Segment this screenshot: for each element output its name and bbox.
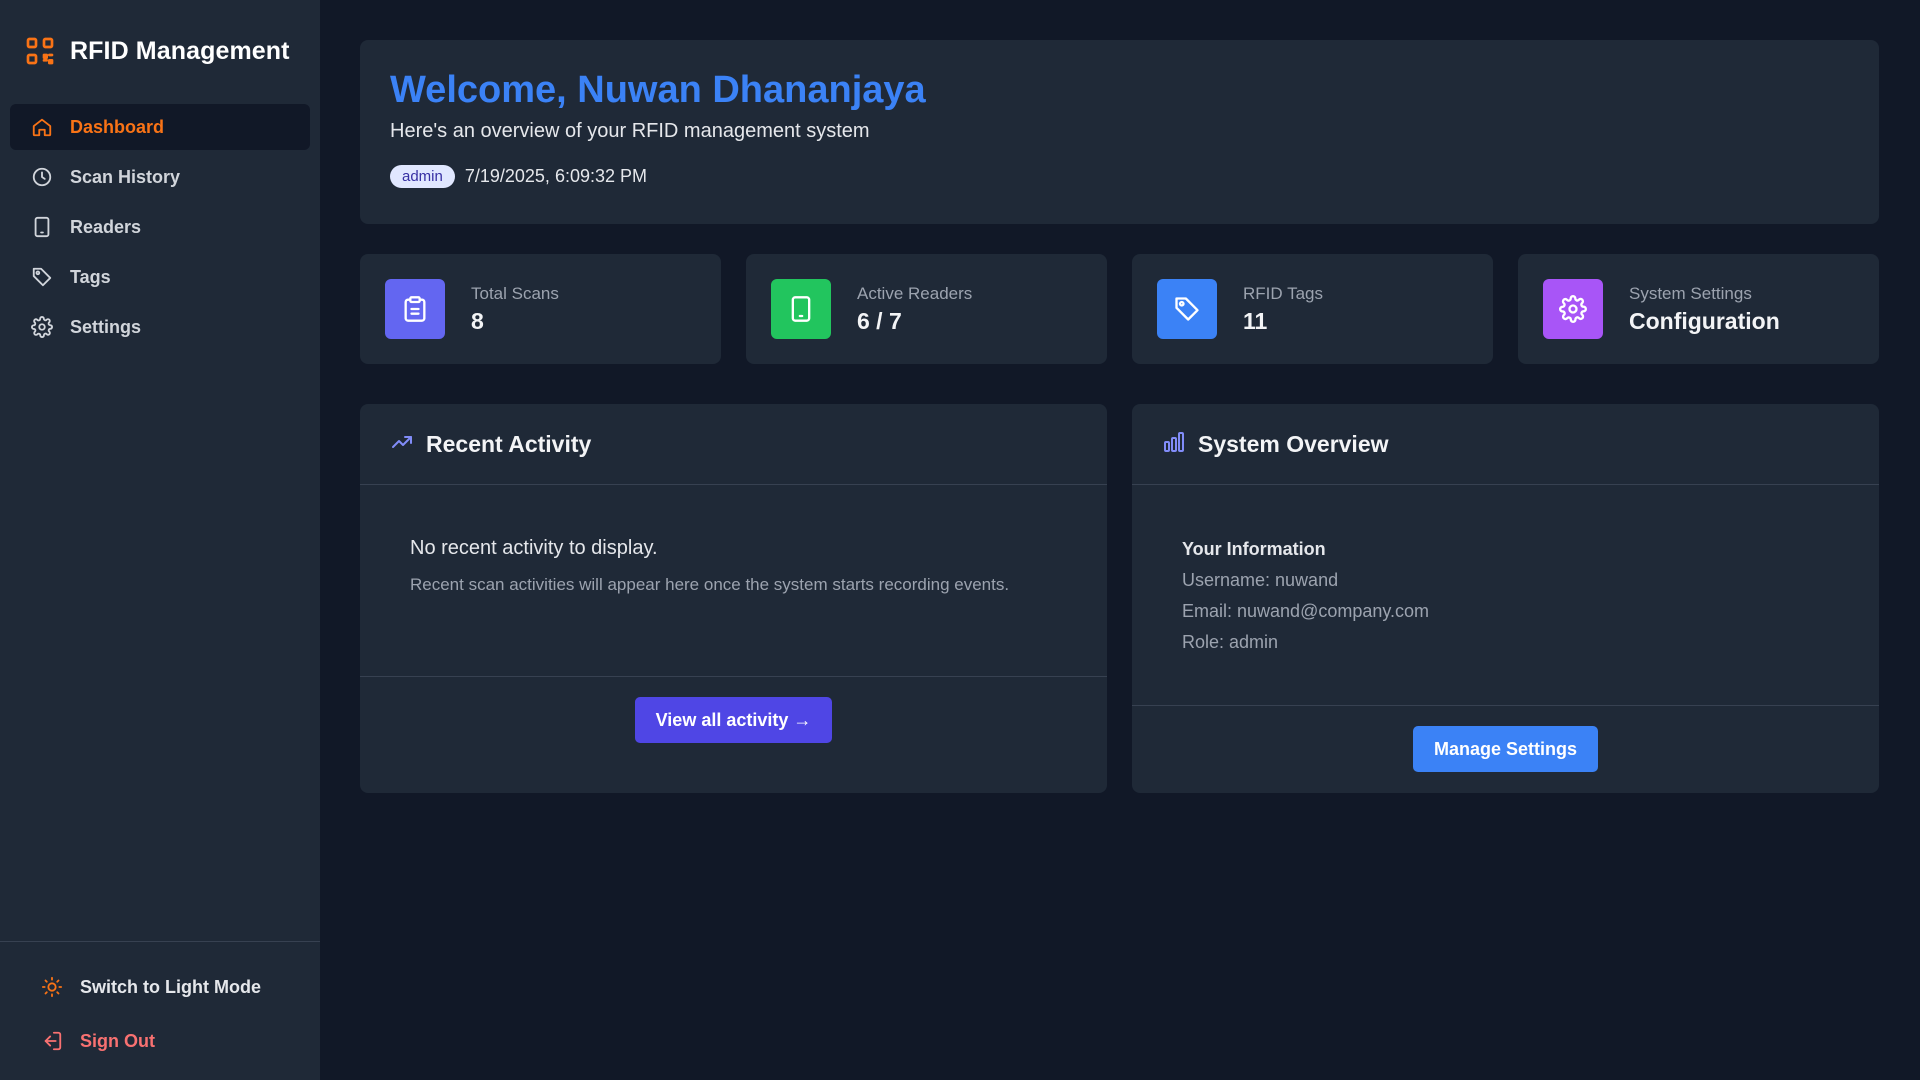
stats-row: Total Scans 8 Active Readers 6 / 7 RFID …: [360, 254, 1880, 364]
tag-icon: [1157, 279, 1217, 339]
stat-card-system-settings[interactable]: System Settings Configuration: [1518, 254, 1879, 364]
qr-code-icon: [24, 35, 56, 67]
sidebar-item-label: Dashboard: [70, 116, 165, 137]
info-role: Role: admin: [1182, 632, 1279, 652]
gear-icon: [1543, 279, 1603, 339]
info-email: Email: nuwand@company.com: [1182, 601, 1430, 621]
tablet-icon: [771, 279, 831, 339]
theme-toggle-button[interactable]: Switch to Light Mode: [0, 960, 320, 1014]
panel-footer: Manage Settings: [1132, 705, 1879, 793]
home-icon: [30, 115, 54, 139]
stat-label: Active Readers: [857, 283, 973, 303]
stat-label: System Settings: [1629, 283, 1752, 303]
sidebar-item-label: Readers: [70, 216, 142, 237]
welcome-meta: admin 7/19/2025, 6:09:32 PM: [390, 164, 1849, 188]
stat-card-rfid-tags[interactable]: RFID Tags 11: [1132, 254, 1493, 364]
sidebar-item-label: Settings: [70, 316, 142, 337]
recent-activity-panel: Recent Activity No recent activity to di…: [360, 404, 1107, 793]
panel-header: Recent Activity: [360, 404, 1107, 485]
info-title: Your Information: [1182, 539, 1326, 559]
stat-card-active-readers[interactable]: Active Readers 6 / 7: [746, 254, 1107, 364]
app-title: RFID Management: [70, 36, 290, 65]
sidebar-item-tags[interactable]: Tags: [10, 254, 310, 300]
sidebar-item-readers[interactable]: Readers: [10, 204, 310, 250]
stat-label: Total Scans: [471, 283, 559, 303]
welcome-subtitle: Here's an overview of your RFID manageme…: [390, 119, 870, 142]
bar-chart-icon: [1162, 430, 1186, 459]
empty-state-text: Recent scan activities will appear here …: [410, 575, 1010, 594]
sidebar-item-label: Scan History: [70, 166, 181, 187]
clock-icon: [30, 165, 54, 189]
stat-text: Total Scans 8: [471, 284, 559, 335]
sign-out-label: Sign Out: [80, 1030, 155, 1051]
trending-up-icon: [390, 430, 414, 459]
sign-out-button[interactable]: Sign Out: [0, 1014, 320, 1068]
info-username: Username: nuwand: [1182, 570, 1339, 590]
stat-value: 11: [1243, 307, 1268, 334]
role-badge: admin: [390, 164, 455, 188]
stat-value: 8: [471, 307, 484, 334]
manage-settings-button[interactable]: Manage Settings: [1412, 726, 1599, 772]
system-overview-panel: System Overview Your Information Usernam…: [1132, 404, 1879, 793]
panel-title: System Overview: [1198, 430, 1389, 457]
sidebar-item-scan-history[interactable]: Scan History: [10, 154, 310, 200]
brand[interactable]: RFID Management: [0, 0, 320, 80]
panel-title: Recent Activity: [426, 430, 592, 457]
current-datetime: 7/19/2025, 6:09:32 PM: [464, 165, 647, 186]
sidebar-footer: Switch to Light Mode Sign Out: [0, 941, 320, 1080]
welcome-title: Welcome, Nuwan Dhananjaya: [390, 69, 926, 111]
sidebar-item-label: Tags: [70, 266, 111, 287]
tag-icon: [30, 265, 54, 289]
sidebar-item-settings[interactable]: Settings: [10, 304, 310, 350]
panel-header: System Overview: [1132, 404, 1879, 485]
welcome-card: Welcome, Nuwan Dhananjaya Here's an over…: [360, 40, 1879, 224]
stat-card-total-scans[interactable]: Total Scans 8: [360, 254, 721, 364]
panels-row: Recent Activity No recent activity to di…: [360, 404, 1880, 793]
stat-label: RFID Tags: [1243, 283, 1323, 303]
theme-toggle-label: Switch to Light Mode: [80, 976, 261, 997]
stat-text: RFID Tags 11: [1243, 284, 1323, 335]
main-content: Welcome, Nuwan Dhananjaya Here's an over…: [320, 0, 1920, 1080]
panel-body: Your Information Username: nuwand Email:…: [1132, 485, 1879, 705]
tablet-icon: [30, 215, 54, 239]
clipboard-icon: [385, 279, 445, 339]
sidebar-nav: Dashboard Scan History Readers Tags Sett…: [0, 80, 320, 350]
stat-value: Configuration: [1629, 307, 1780, 334]
panel-footer: View all activity →: [360, 676, 1107, 793]
sign-out-icon: [40, 1029, 64, 1053]
sidebar-item-dashboard[interactable]: Dashboard: [10, 104, 310, 150]
app-root: RFID Management Dashboard Scan History R…: [0, 0, 1920, 1080]
panel-body: No recent activity to display. Recent sc…: [360, 485, 1107, 676]
stat-text: Active Readers 6 / 7: [857, 284, 972, 335]
sun-icon: [40, 975, 64, 999]
empty-state-title: No recent activity to display.: [410, 537, 658, 559]
stat-value: 6 / 7: [857, 307, 902, 334]
sidebar: RFID Management Dashboard Scan History R…: [0, 0, 320, 1080]
gear-icon: [30, 315, 54, 339]
stat-text: System Settings Configuration: [1629, 284, 1780, 335]
view-all-activity-button[interactable]: View all activity →: [634, 697, 833, 743]
